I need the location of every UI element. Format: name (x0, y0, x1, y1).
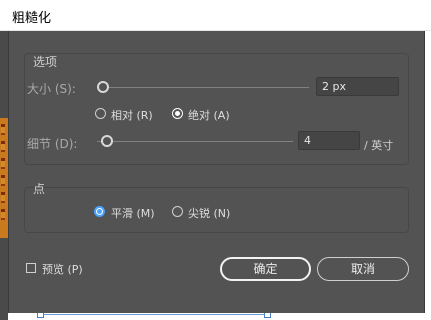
relative-label[interactable]: 相对 (R) (111, 107, 153, 123)
absolute-label[interactable]: 绝对 (A) (188, 107, 230, 123)
options-group-title: 选项 (33, 55, 58, 69)
cancel-button[interactable]: 取消 (317, 257, 409, 281)
smooth-label[interactable]: 平滑 (M) (111, 205, 155, 221)
preview-label[interactable]: 预览 (P) (42, 261, 83, 277)
size-slider-thumb[interactable] (97, 81, 109, 93)
corner-radio[interactable] (172, 206, 183, 217)
canvas-artwork (0, 118, 8, 238)
detail-label: 细节 (D): (27, 137, 78, 151)
detail-unit: / 英寸 (364, 139, 394, 152)
window-title: 粗糙化 (12, 11, 52, 26)
size-input[interactable]: 2 px (316, 77, 399, 96)
size-label: 大小 (S): (27, 82, 76, 96)
corner-label[interactable]: 尖锐 (N) (188, 205, 230, 221)
detail-input[interactable]: 4 (298, 131, 360, 150)
detail-slider-track[interactable] (97, 141, 293, 142)
ok-button[interactable]: 确定 (220, 257, 311, 281)
detail-slider-thumb[interactable] (101, 135, 113, 147)
absolute-radio[interactable] (172, 108, 183, 119)
title-bar[interactable]: 粗糙化 (0, 0, 431, 31)
roughen-dialog: 选项 大小 (S): 2 px 相对 (R) 绝对 (A) 细节 (D): 4 … (8, 31, 425, 313)
selection-bound-line (40, 314, 269, 315)
smooth-radio[interactable] (94, 206, 105, 217)
size-slider-track[interactable] (97, 87, 309, 88)
point-group-title: 点 (33, 182, 46, 196)
relative-radio[interactable] (95, 108, 106, 119)
preview-checkbox[interactable] (26, 263, 36, 273)
